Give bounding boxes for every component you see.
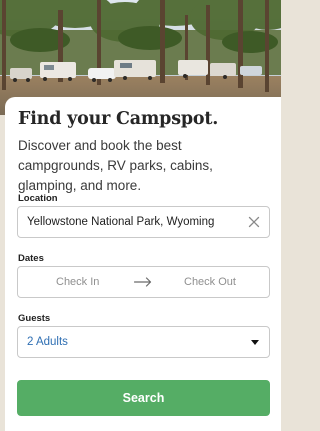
guests-value: 2 Adults [27,336,68,348]
chevron-down-icon [251,340,259,345]
dates-label: Dates [18,253,44,264]
dates-field: Check In Check Out [17,266,270,298]
subtitle: Discover and book the best campgrounds, … [18,138,213,193]
page-title: Find your Campspot. [18,109,219,129]
search-card: Find your Campspot. Discover and book th… [5,97,281,431]
guests-label: Guests [18,313,51,324]
location-label: Location [18,193,58,204]
arrow-right-icon [134,277,152,287]
guests-select[interactable]: 2 Adults [17,326,270,358]
location-value: Yellowstone National Park, Wyoming [27,216,215,228]
location-input[interactable]: Yellowstone National Park, Wyoming [17,206,270,238]
close-icon[interactable] [248,216,260,228]
search-button[interactable]: Search [17,380,270,416]
check-out-input[interactable]: Check Out [184,267,236,297]
check-in-input[interactable]: Check In [56,267,99,297]
